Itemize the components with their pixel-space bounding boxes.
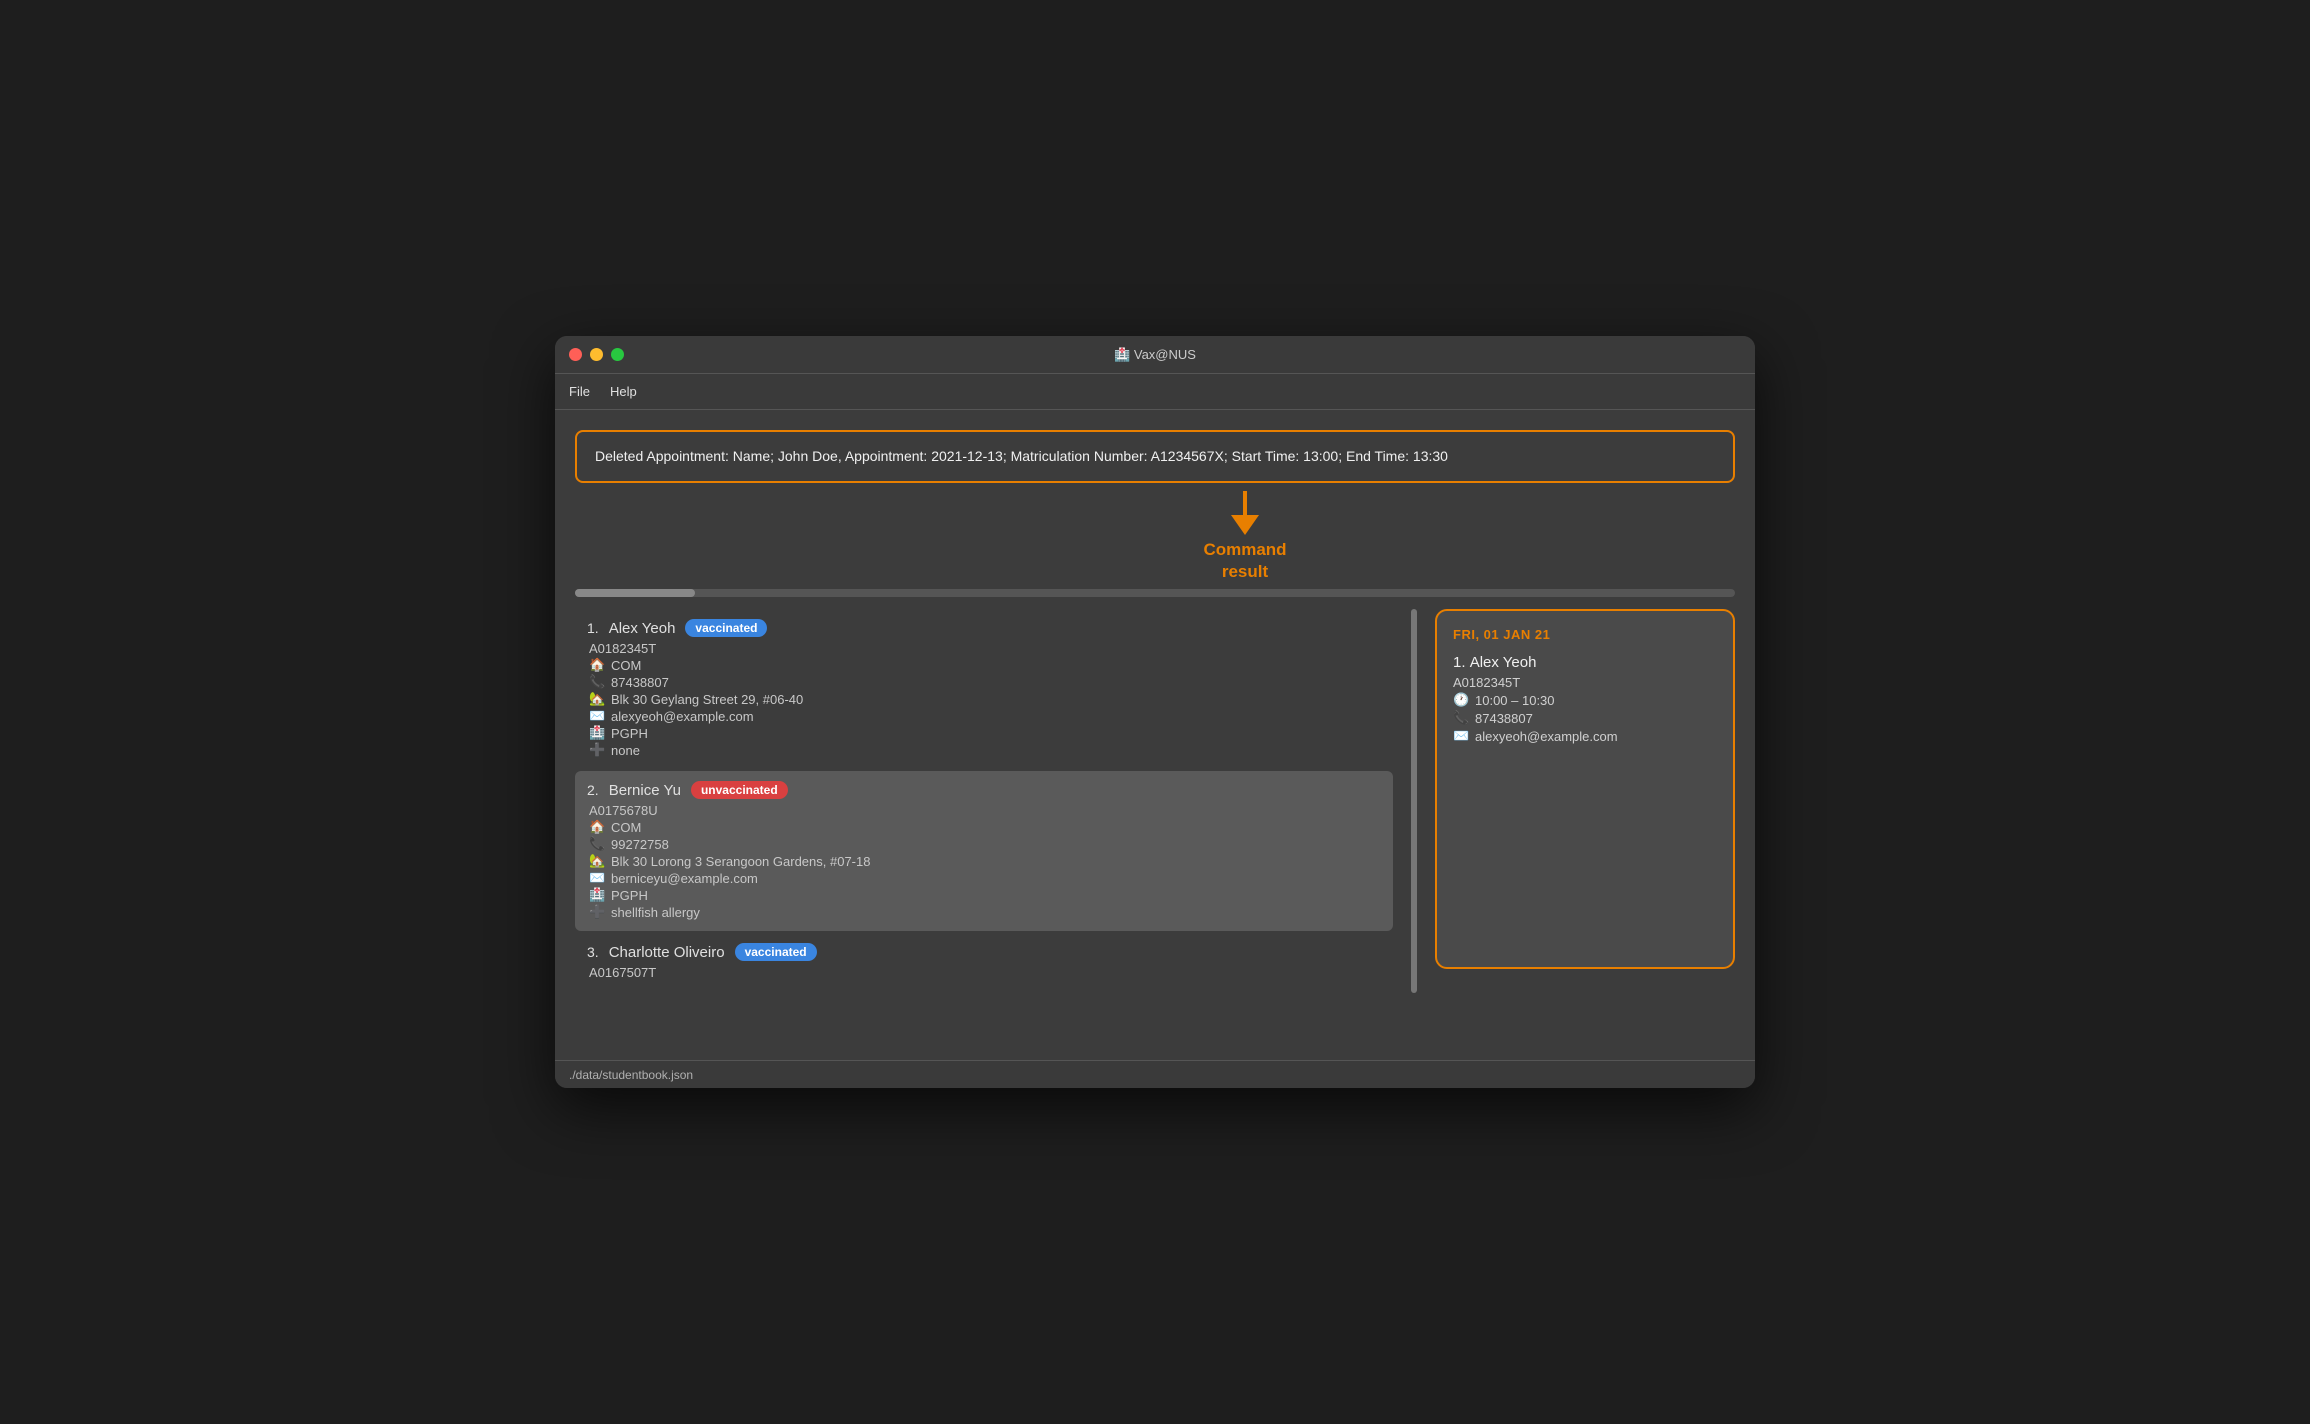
arrow-block: Command result bbox=[1203, 491, 1286, 583]
hospital-icon-1: 🏥 bbox=[589, 725, 605, 741]
student-1-name: Alex Yeoh bbox=[609, 620, 676, 637]
phone-icon-2: 📞 bbox=[589, 836, 605, 852]
email-icon-1: ✉️ bbox=[589, 708, 605, 724]
appointment-matric: A0182345T bbox=[1453, 675, 1717, 690]
menu-file[interactable]: File bbox=[569, 384, 590, 399]
clock-icon: 🕐 bbox=[1453, 692, 1469, 708]
student-2-email: ✉️ berniceyu@example.com bbox=[587, 870, 1381, 886]
main-window: 🏥 Vax@NUS File Help Deleted Appointment:… bbox=[555, 336, 1755, 1088]
app-body: Deleted Appointment: Name; John Doe, App… bbox=[555, 410, 1755, 1060]
student-card-3[interactable]: 3. Charlotte Oliveiro vaccinated A016750… bbox=[575, 933, 1393, 991]
appointment-time: 🕐 10:00 – 10:30 bbox=[1453, 692, 1717, 708]
title-icon: 🏥 bbox=[1114, 347, 1134, 362]
student-list[interactable]: 1. Alex Yeoh vaccinated A0182345T 🏠 COM … bbox=[575, 609, 1393, 993]
student-1-vax-center: 🏥 PGPH bbox=[587, 725, 1381, 741]
command-result-label-line1: Command bbox=[1203, 539, 1286, 561]
appt-email-icon: ✉️ bbox=[1453, 728, 1469, 744]
appointment-email: ✉️ alexyeoh@example.com bbox=[1453, 728, 1717, 744]
menu-bar: File Help bbox=[555, 374, 1755, 410]
email-icon-2: ✉️ bbox=[589, 870, 605, 886]
student-2-matric: A0175678U bbox=[587, 803, 1381, 818]
arrow-container: Command result bbox=[575, 483, 1735, 589]
student-2-condition: ➕ shellfish allergy bbox=[587, 904, 1381, 920]
command-output-text: Deleted Appointment: Name; John Doe, App… bbox=[595, 448, 1448, 464]
student-2-address: 🏡 Blk 30 Lorong 3 Serangoon Gardens, #07… bbox=[587, 853, 1381, 869]
app-title: 🏥 Vax@NUS bbox=[1114, 347, 1196, 363]
student-2-faculty: 🏠 COM bbox=[587, 819, 1381, 835]
command-output-box: Deleted Appointment: Name; John Doe, App… bbox=[575, 430, 1735, 483]
student-2-badge: unvaccinated bbox=[691, 781, 788, 799]
hospital-icon-2: 🏥 bbox=[589, 887, 605, 903]
student-3-name: Charlotte Oliveiro bbox=[609, 944, 725, 961]
student-1-address: 🏡 Blk 30 Geylang Street 29, #06-40 bbox=[587, 691, 1381, 707]
appointment-date: FRI, 01 JAN 21 bbox=[1453, 627, 1717, 642]
title-bar: 🏥 Vax@NUS bbox=[555, 336, 1755, 374]
student-1-faculty: 🏠 COM bbox=[587, 657, 1381, 673]
matric-text-1: A0182345T bbox=[589, 641, 656, 656]
student-2-vax-center: 🏥 PGPH bbox=[587, 887, 1381, 903]
student-1-phone: 📞 87438807 bbox=[587, 674, 1381, 690]
student-3-number: 3. bbox=[587, 944, 599, 960]
home-icon-1: 🏡 bbox=[589, 691, 605, 707]
status-bar: ./data/studentbook.json bbox=[555, 1060, 1755, 1088]
student-2-phone: 📞 99272758 bbox=[587, 836, 1381, 852]
condition-icon-1: ➕ bbox=[589, 742, 605, 758]
command-result-label-line2: result bbox=[1222, 561, 1268, 583]
status-path: ./data/studentbook.json bbox=[569, 1068, 693, 1082]
appointment-card: FRI, 01 JAN 21 1. Alex Yeoh A0182345T 🕐 … bbox=[1435, 609, 1735, 969]
vertical-divider bbox=[1411, 609, 1417, 993]
appointment-phone: 📞 87438807 bbox=[1453, 710, 1717, 726]
student-3-badge: vaccinated bbox=[735, 943, 817, 961]
maximize-button[interactable] bbox=[611, 348, 624, 361]
student-1-badge: vaccinated bbox=[685, 619, 767, 637]
home-icon-2: 🏡 bbox=[589, 853, 605, 869]
scrollbar-thumb[interactable] bbox=[575, 589, 695, 597]
appt-phone-icon: 📞 bbox=[1453, 710, 1469, 726]
student-card-2[interactable]: 2. Bernice Yu unvaccinated A0175678U 🏠 C… bbox=[575, 771, 1393, 931]
student-2-number: 2. bbox=[587, 782, 599, 798]
building-icon-1: 🏠 bbox=[589, 657, 605, 673]
menu-help[interactable]: Help bbox=[610, 384, 637, 399]
student-1-email: ✉️ alexyeoh@example.com bbox=[587, 708, 1381, 724]
appointment-patient-name: 1. Alex Yeoh bbox=[1453, 654, 1717, 671]
student-card-1[interactable]: 1. Alex Yeoh vaccinated A0182345T 🏠 COM … bbox=[575, 609, 1393, 769]
phone-icon-1: 📞 bbox=[589, 674, 605, 690]
condition-icon-2: ➕ bbox=[589, 904, 605, 920]
student-1-condition: ➕ none bbox=[587, 742, 1381, 758]
scrollbar-area[interactable] bbox=[575, 589, 1735, 597]
traffic-lights bbox=[569, 348, 624, 361]
appointment-panel: FRI, 01 JAN 21 1. Alex Yeoh A0182345T 🕐 … bbox=[1435, 609, 1735, 993]
student-3-matric: A0167507T bbox=[587, 965, 1381, 980]
close-button[interactable] bbox=[569, 348, 582, 361]
student-2-name: Bernice Yu bbox=[609, 782, 681, 799]
down-arrow-icon bbox=[1227, 491, 1263, 535]
student-1-number: 1. bbox=[587, 620, 599, 636]
building-icon-2: 🏠 bbox=[589, 819, 605, 835]
student-1-matric: A0182345T bbox=[587, 641, 1381, 656]
minimize-button[interactable] bbox=[590, 348, 603, 361]
main-content: 1. Alex Yeoh vaccinated A0182345T 🏠 COM … bbox=[575, 609, 1735, 993]
